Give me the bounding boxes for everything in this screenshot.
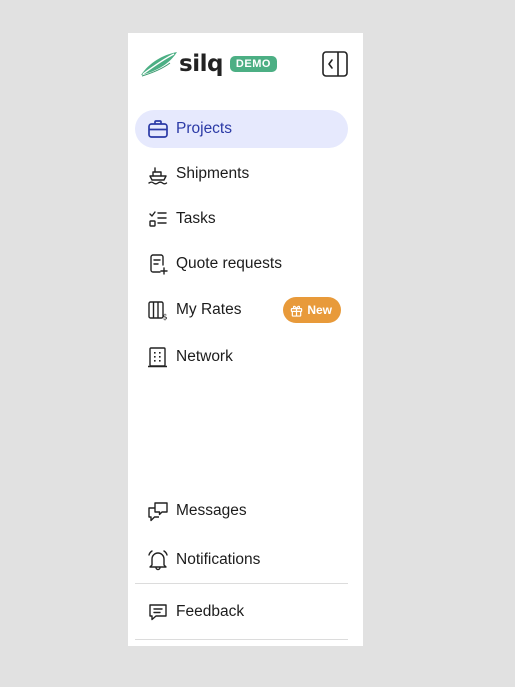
sidebar: silq DEMO Projects Shipments Tasks Quote… bbox=[128, 33, 363, 646]
demo-badge: DEMO bbox=[229, 56, 277, 72]
gift-icon bbox=[291, 305, 303, 317]
divider bbox=[135, 583, 348, 584]
nav-item-notifications[interactable]: Notifications bbox=[135, 541, 348, 579]
new-badge: New bbox=[283, 297, 341, 323]
divider bbox=[135, 639, 348, 640]
nav-item-label: Network bbox=[176, 348, 233, 365]
nav-item-label: Feedback bbox=[176, 603, 245, 620]
nav-item-tasks[interactable]: Tasks bbox=[135, 200, 348, 238]
leaf-logo-icon bbox=[141, 52, 177, 77]
nav-item-messages[interactable]: Messages bbox=[135, 492, 348, 530]
sidebar-collapse-icon[interactable] bbox=[322, 51, 348, 77]
feedback-icon bbox=[146, 600, 170, 624]
nav-item-label: Projects bbox=[176, 120, 232, 137]
checklist-icon bbox=[146, 207, 170, 231]
messages-icon bbox=[146, 499, 170, 523]
nav-item-label: Quote requests bbox=[176, 255, 282, 272]
nav-item-network[interactable]: Network bbox=[135, 338, 348, 376]
brand-logo[interactable]: silq DEMO bbox=[140, 51, 277, 77]
nav-item-feedback[interactable]: Feedback bbox=[135, 593, 348, 631]
new-badge-label: New bbox=[307, 303, 332, 317]
nav-item-label: Messages bbox=[176, 502, 247, 519]
nav-item-label: Shipments bbox=[176, 165, 250, 182]
nav-item-label: Notifications bbox=[176, 551, 261, 568]
rates-icon: $ bbox=[146, 298, 170, 322]
nav-item-my-rates[interactable]: $ My Rates New bbox=[135, 291, 348, 329]
nav-item-projects[interactable]: Projects bbox=[135, 110, 348, 148]
nav-item-shipments[interactable]: Shipments bbox=[135, 155, 348, 193]
ship-icon bbox=[146, 162, 170, 186]
nav-item-label: Tasks bbox=[176, 210, 216, 227]
nav-item-label: My Rates bbox=[176, 301, 242, 318]
brand-wordmark: silq bbox=[179, 51, 223, 77]
nav-item-quote-requests[interactable]: Quote requests bbox=[135, 245, 348, 283]
svg-text:$: $ bbox=[163, 313, 168, 322]
quote-doc-icon bbox=[146, 252, 170, 276]
briefcase-icon bbox=[146, 117, 170, 141]
bell-icon bbox=[146, 548, 170, 572]
building-icon bbox=[146, 345, 170, 369]
